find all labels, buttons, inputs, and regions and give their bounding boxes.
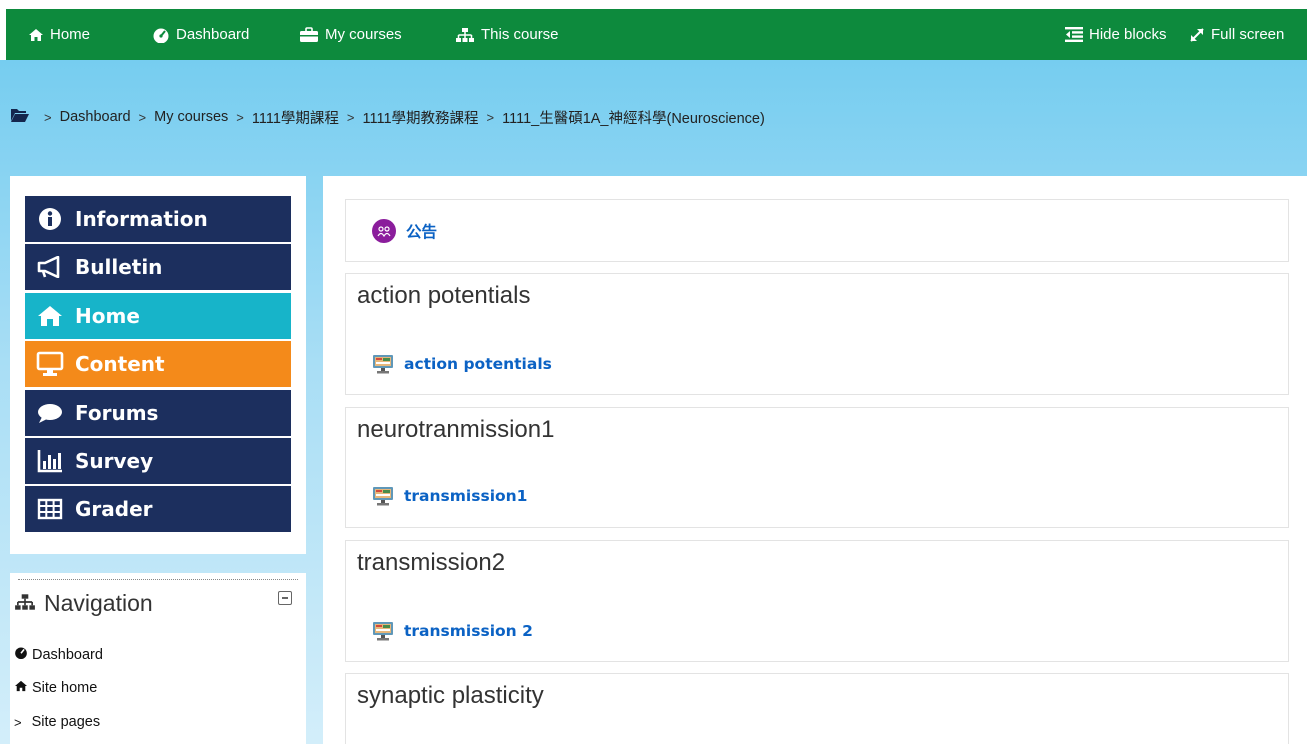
nav-dashboard[interactable]: Dashboard [152, 9, 249, 60]
menu-content-button[interactable]: Content [25, 341, 291, 387]
nav-link-site-home-label: Site home [32, 680, 98, 696]
full-screen-label: Full screen [1211, 26, 1285, 43]
presentation-icon [372, 353, 394, 375]
course-section-0: 公告 [345, 199, 1289, 262]
presentation-icon [372, 485, 394, 507]
info-circle-icon [35, 207, 65, 231]
comments-icon [35, 402, 65, 424]
expand-icon [1189, 27, 1205, 43]
activity-transmission2[interactable]: transmission 2 [372, 620, 533, 642]
course-content: 公告 action potentials action potentials n… [323, 176, 1307, 744]
desktop-icon [35, 351, 65, 377]
navigation-title-label: Navigation [44, 590, 153, 616]
breadcrumb-separator: > [236, 109, 244, 125]
menu-grader-label: Grader [75, 497, 153, 521]
menu-survey-label: Survey [75, 449, 154, 473]
nav-link-dashboard-label: Dashboard [32, 646, 103, 663]
menu-information-button[interactable]: Information [25, 196, 291, 242]
nav-my-courses[interactable]: My courses [299, 9, 402, 60]
top-navbar: Home Dashboard My courses This course Hi… [6, 9, 1307, 60]
section-title: action potentials [357, 282, 531, 309]
collapse-block-button[interactable] [278, 591, 292, 605]
tachometer-icon [152, 27, 170, 43]
bullhorn-icon [35, 256, 65, 278]
breadcrumb-separator: > [44, 109, 52, 125]
table-icon [35, 498, 65, 520]
activity-announcements[interactable]: 公告 [372, 219, 437, 243]
menu-information-label: Information [75, 207, 208, 231]
nav-link-dashboard[interactable]: Dashboard [14, 646, 103, 663]
nav-dashboard-label: Dashboard [176, 26, 250, 43]
menu-survey-button[interactable]: Survey [25, 438, 291, 484]
sitemap-icon [14, 590, 36, 617]
breadcrumb-category[interactable]: 1111學期教務課程 [362, 107, 478, 128]
chevron-right-icon: > [14, 714, 22, 730]
menu-home-label: Home [75, 304, 140, 328]
nav-this-course[interactable]: This course [455, 9, 559, 60]
outdent-icon [1065, 27, 1083, 42]
hide-blocks-label: Hide blocks [1089, 26, 1167, 43]
presentation-icon [372, 620, 394, 642]
menu-home-button[interactable]: Home [25, 293, 291, 339]
course-menu-block: Information Bulletin Home Content Forums… [10, 176, 306, 554]
breadcrumb-dashboard[interactable]: Dashboard [60, 109, 131, 125]
menu-content-label: Content [75, 352, 165, 376]
full-screen-button[interactable]: Full screen [1189, 9, 1284, 60]
menu-grader-button[interactable]: Grader [25, 486, 291, 532]
activity-label: transmission 2 [404, 622, 533, 640]
menu-forums-label: Forums [75, 401, 159, 425]
sitemap-icon [455, 27, 475, 43]
course-section-2: neurotranmission1 transmission1 [345, 407, 1289, 528]
folder-open-icon [10, 107, 30, 127]
breadcrumb-separator: > [346, 109, 355, 125]
menu-bulletin-label: Bulletin [75, 255, 163, 279]
menu-forums-button[interactable]: Forums [25, 390, 291, 436]
activity-transmission1[interactable]: transmission1 [372, 485, 527, 507]
nav-link-site-pages[interactable]: > Site pages [14, 714, 100, 730]
navigation-title: Navigation [14, 590, 153, 617]
breadcrumb-my-courses[interactable]: My courses [154, 109, 228, 125]
tachometer-icon [14, 646, 28, 663]
nav-home-label: Home [50, 26, 91, 43]
section-title: transmission2 [357, 549, 506, 576]
breadcrumb-separator: > [138, 109, 147, 125]
hide-blocks-button[interactable]: Hide blocks [1065, 9, 1167, 60]
course-section-3: transmission2 transmission 2 [345, 540, 1289, 662]
breadcrumb-separator: > [486, 109, 495, 125]
divider [18, 579, 298, 580]
nav-my-courses-label: My courses [325, 26, 402, 43]
activity-label: action potentials [404, 355, 552, 373]
activity-label: 公告 [406, 223, 438, 241]
forum-icon [372, 219, 396, 243]
breadcrumb-semester[interactable]: 1111學期課程 [252, 107, 339, 128]
bar-chart-icon [35, 449, 65, 473]
nav-home[interactable]: Home [28, 9, 90, 60]
breadcrumb: > Dashboard > My courses > 1111學期課程 > 11… [10, 106, 765, 128]
nav-this-course-label: This course [481, 26, 559, 43]
section-title: synaptic plasticity [357, 682, 544, 709]
navigation-block: Navigation Dashboard Site home > Site pa… [10, 573, 306, 744]
briefcase-icon [299, 26, 319, 43]
activity-label: transmission1 [404, 487, 528, 505]
course-section-1: action potentials action potentials [345, 273, 1289, 395]
section-title: neurotranmission1 [357, 416, 555, 443]
course-section-4: synaptic plasticity [345, 673, 1289, 744]
activity-action-potentials[interactable]: action potentials [372, 353, 552, 375]
nav-link-site-pages-label: Site pages [31, 714, 101, 730]
home-icon [28, 28, 44, 42]
home-icon [35, 305, 65, 327]
home-icon [14, 680, 28, 696]
breadcrumb-course[interactable]: 1111_生醫碩1A_神經科學(Neuroscience) [502, 107, 765, 128]
menu-bulletin-button[interactable]: Bulletin [25, 244, 291, 290]
nav-link-site-home[interactable]: Site home [14, 680, 97, 696]
